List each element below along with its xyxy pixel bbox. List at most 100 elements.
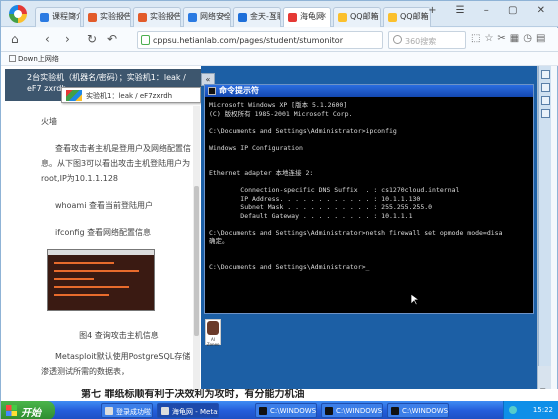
tool-icon[interactable]: [540, 83, 550, 92]
tool-icon[interactable]: [540, 96, 550, 105]
terminal-line: C:\Documents and Settings\Administrator>…: [209, 262, 370, 271]
terminal-line: Subnet Mask . . . . . . . . . . . : 255.…: [209, 203, 433, 211]
search-icon: [393, 35, 402, 44]
tab-favicon-icon: [238, 13, 247, 22]
tab-lab-report-2[interactable]: 实验报告 ×: [133, 7, 181, 27]
terminal-line: IP Address. . . . . . . . . . . . : 10.1…: [209, 194, 421, 203]
terminal-line: Ethernet adapter 本地连接 2:: [209, 169, 314, 177]
search-placeholder: 360搜索: [405, 37, 437, 46]
taskbar-item-login[interactable]: 登录成功啦 - 360: [101, 403, 153, 418]
tab-favicon-icon: [388, 13, 397, 22]
close-icon[interactable]: ×: [70, 11, 77, 20]
figure-line: [54, 262, 114, 264]
back-icon[interactable]: ‹: [45, 32, 50, 46]
taskbar-item-cmd-3[interactable]: C:\WINDOWS\sys...: [387, 403, 449, 418]
command-output[interactable]: Microsoft Windows XP [版本 5.1.2600] (C) 版权…: [209, 101, 529, 271]
article-body: 火墙 查看攻击者主机是登用户及网络配置信息。从下图3可以看出攻击主机登陆用户为r…: [41, 114, 197, 252]
article-body-lower: 图4 查询攻击主机信息 Metasploit默认使用PostgreSQL存储渗透…: [41, 328, 197, 391]
desktop-shortcut[interactable]: AI Zones: [205, 319, 221, 347]
tab-course-intro[interactable]: 课程简介 ×: [35, 7, 81, 27]
undo-icon[interactable]: ↶: [107, 32, 117, 46]
close-icon[interactable]: ×: [170, 11, 177, 20]
cmd-icon: [208, 87, 216, 95]
tab-haigui-active[interactable]: 海龟网 ×: [283, 7, 331, 27]
terminal-line: Connection-specific DNS Suffix . : cs127…: [209, 186, 460, 194]
article-paragraph: ifconfig 查看网络配置信息: [55, 228, 152, 237]
tab-favicon-icon: [138, 13, 147, 22]
command-prompt-titlebar[interactable]: 命令提示符: [205, 85, 533, 97]
start-button[interactable]: 开始: [1, 401, 55, 419]
tab-favicon-icon: [40, 13, 49, 22]
cmd-icon: [259, 407, 267, 415]
system-tray: 15:22: [503, 401, 558, 419]
refresh-icon[interactable]: ↻: [87, 32, 97, 46]
tab-favicon-icon: [88, 13, 97, 22]
shortcut-icon: [207, 321, 219, 335]
bookmark-icon: [9, 55, 16, 62]
figure-caption: 图4 查询攻击主机信息: [79, 331, 159, 340]
lab-guide-panel: 2台实验机（机器名/密码）；实验机1：leak / eF7 zxrdh 实验机1…: [1, 66, 201, 399]
shortcut-label: AI Zones: [206, 337, 220, 347]
taskbar-item-cmd-2[interactable]: C:\WINDOWS\sys...: [321, 403, 383, 418]
windows-logo-icon: [6, 405, 17, 416]
scrollbar-thumb[interactable]: [194, 186, 199, 336]
close-icon[interactable]: ×: [220, 11, 227, 20]
article-paragraph: Metasploit默认使用PostgreSQL存储渗透测试所需的数据表，: [41, 352, 191, 376]
browser-nav-bar: ⌂ ‹ › ↻ ↶ cppsu.hetianlab.com/pages/stud…: [1, 28, 558, 52]
pointer-arrow-icon: [410, 293, 421, 306]
tool-icon[interactable]: [540, 70, 550, 79]
figure-line: [54, 270, 139, 272]
window-controls[interactable]: + ☰ – ▢ ✕: [428, 5, 553, 16]
browser-logo-icon[interactable]: [9, 5, 27, 23]
article-heading-partial: 第七 罪纸标顺有利于决效利为攻时，有分能力机油: [1, 389, 558, 401]
tab-network-security[interactable]: 网络安全 ×: [183, 7, 231, 27]
remote-desktop[interactable]: « 命令提示符 Microsoft Windows XP [版本 5.1.260…: [201, 66, 551, 399]
taskbar-item-metasploit[interactable]: 海龟网 - Metaspl: [157, 403, 219, 418]
terminal-line: Default Gateway . . . . . . . . . : 10.1…: [209, 211, 413, 220]
tab-jintian[interactable]: 金天-互联 ×: [233, 7, 281, 27]
remote-viewer-frame: 课程简介 × 实验报告 × 实验报告 × 网络安全 × 金天-互联 × 海龟网 …: [0, 0, 558, 419]
figure-line: [54, 278, 94, 280]
tab-lab-report-1[interactable]: 实验报告 ×: [83, 7, 131, 27]
screenshot-figure-4: [47, 249, 155, 311]
windows-flag-icon: [66, 90, 82, 101]
url-text: cppsu.hetianlab.com/pages/student/stumon…: [153, 36, 343, 45]
home-icon[interactable]: ⌂: [11, 32, 19, 46]
windows-taskbar: 开始 登录成功啦 - 360 海龟网 - Metaspl C:\WINDOWS\…: [1, 401, 558, 419]
close-icon[interactable]: ×: [120, 11, 127, 20]
app-icon: [161, 407, 169, 415]
address-bar[interactable]: cppsu.hetianlab.com/pages/student/stumon…: [137, 31, 383, 49]
terminal-line: 确定。: [209, 237, 229, 245]
tool-icon[interactable]: [540, 109, 550, 118]
forward-icon[interactable]: ›: [65, 32, 70, 46]
tab-qq-mail-1[interactable]: QQ邮箱 ×: [333, 7, 381, 27]
terminal-line: Windows IP Configuration: [209, 143, 303, 152]
taskbar-item-cmd-1[interactable]: C:\WINDOWS\sys...: [255, 403, 317, 418]
bookmark-item[interactable]: Down上网络: [9, 54, 59, 64]
close-icon[interactable]: ×: [370, 11, 377, 20]
article-scrollbar[interactable]: [193, 106, 200, 396]
cmd-icon: [325, 407, 333, 415]
command-prompt-window[interactable]: 命令提示符 Microsoft Windows XP [版本 5.1.2600]…: [204, 84, 534, 314]
terminal-line: C:\Documents and Settings\Administrator>…: [209, 228, 503, 237]
toolbar-extension-icons[interactable]: ⬚☆✂▦◷▤: [471, 33, 549, 44]
side-tool-strip: [538, 66, 551, 366]
tab-qq-mail-2[interactable]: QQ邮箱 ×: [383, 7, 431, 27]
network-icon[interactable]: [509, 406, 517, 414]
tab-favicon-icon: [188, 13, 197, 22]
terminal-line: Microsoft Windows XP [版本 5.1.2600]: [209, 101, 348, 109]
search-input[interactable]: 360搜索: [388, 31, 466, 49]
figure-titlebar: [48, 250, 154, 255]
credentials-popup[interactable]: 实验机1：leak / eF7zxrdh: [61, 87, 201, 103]
close-icon[interactable]: ×: [420, 11, 427, 20]
browser-tab-strip: 课程简介 × 实验报告 × 实验报告 × 网络安全 × 金天-互联 × 海龟网 …: [1, 1, 558, 27]
tab-favicon-icon: [288, 13, 297, 22]
close-icon[interactable]: ×: [270, 11, 277, 20]
close-icon[interactable]: ×: [320, 11, 327, 20]
